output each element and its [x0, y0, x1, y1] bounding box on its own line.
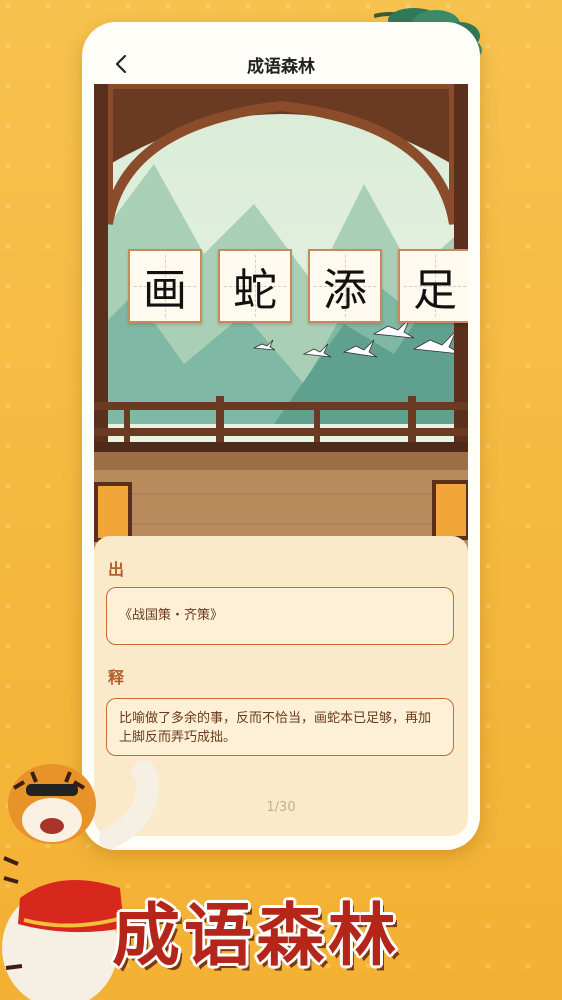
idiom-char-tile: 添 [308, 249, 382, 323]
idiom-char-tile: 足 [398, 249, 468, 323]
phone-screen: 成语森林 画 蛇 添 足 出 《战国策・齐策》 释 比喻做了多余的事，反而不恰当… [82, 22, 480, 850]
idiom-characters: 画 蛇 添 足 [128, 249, 468, 323]
scene-illustration: 画 蛇 添 足 [94, 84, 468, 562]
page-title: 成语森林 [247, 57, 315, 77]
source-label: 出 [108, 560, 125, 579]
idiom-char-tile: 画 [128, 249, 202, 323]
meaning-label: 释 [108, 668, 125, 687]
idiom-char-tile: 蛇 [218, 249, 292, 323]
source-box: 《战国策・齐策》 [106, 587, 454, 645]
promo-title: 成语森林 [112, 897, 401, 976]
